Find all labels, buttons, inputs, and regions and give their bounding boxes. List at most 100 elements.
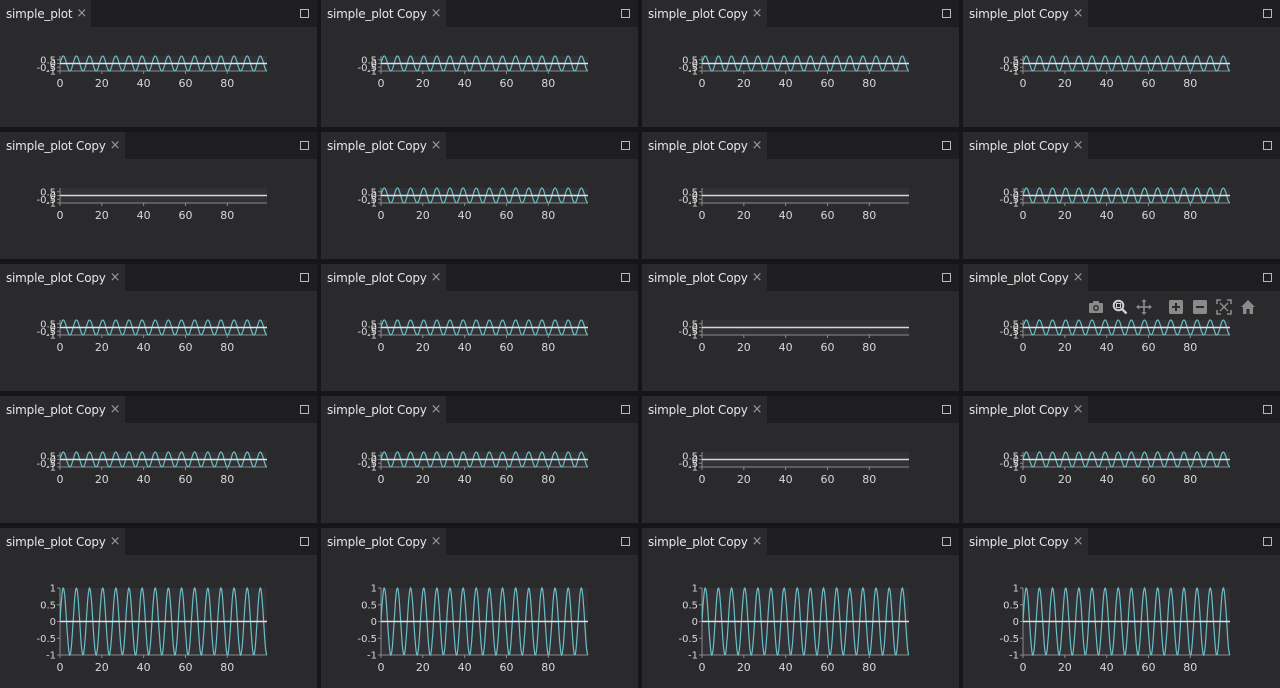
plot-panel[interactable]: simple_plot Copy × 0 20 40 60 80 0 0.5 -0.5 -1	[963, 132, 1280, 259]
plot-panel[interactable]: simple_plot Copy × 0 20 40 60 80 0 0.5 -0.5 -1	[321, 264, 638, 391]
close-icon[interactable]: ×	[431, 403, 442, 416]
maximize-icon[interactable]	[1263, 405, 1272, 414]
close-icon[interactable]: ×	[752, 535, 763, 548]
maximize-icon[interactable]	[1263, 537, 1272, 546]
zoom-icon[interactable]	[1111, 298, 1129, 316]
close-icon[interactable]: ×	[110, 271, 121, 284]
tab-15[interactable]: simple_plot Copy ×	[963, 396, 1088, 423]
plot-panel[interactable]: simple_plot Copy × 0 20 40 60 80 0 0.5 -0.5 -1	[321, 132, 638, 259]
line-chart[interactable]: 0 20 40 60 8000.5-0.5-1	[963, 159, 1280, 259]
line-chart[interactable]: 0 20 40 60 8000.5-0.5-1	[0, 159, 317, 259]
close-icon[interactable]: ×	[752, 271, 763, 284]
tab-6[interactable]: simple_plot Copy ×	[642, 132, 767, 159]
camera-icon[interactable]	[1087, 298, 1105, 316]
plot-panel[interactable]: simple_plot Copy × 0 20 40 60 80 0 0.5 -0.5 -1	[963, 0, 1280, 127]
line-chart[interactable]: 0 20 40 60 8000.5-0.5-1	[0, 291, 317, 391]
maximize-icon[interactable]	[1263, 273, 1272, 282]
plot-panel[interactable]: simple_plot Copy × 0 20 40 60 80 0 0.5 -0.5 -1	[963, 264, 1280, 391]
line-chart[interactable]: 0 20 40 60 80 1 0.5 0 -0.5 -1	[321, 555, 638, 688]
line-chart[interactable]: 0 20 40 60 8000.5-0.5-1	[0, 27, 317, 127]
close-icon[interactable]: ×	[110, 403, 121, 416]
maximize-icon[interactable]	[942, 273, 951, 282]
maximize-icon[interactable]	[621, 537, 630, 546]
plot-panel[interactable]: simple_plot × 0 20 40 60 80 0 0.5 -0.5 -1	[0, 0, 317, 127]
line-chart[interactable]: 0 20 40 60 8000.5-0.5-1	[963, 27, 1280, 127]
close-icon[interactable]: ×	[431, 535, 442, 548]
maximize-icon[interactable]	[300, 405, 309, 414]
tab-9[interactable]: simple_plot Copy ×	[321, 264, 446, 291]
plot-panel[interactable]: simple_plot Copy × 0 20 40 60 80 0 0.5 -0.5 -1	[642, 0, 959, 127]
plot-panel[interactable]: simple_plot Copy × 0 20 40 60 80 1 0.5 0 -0.5 -1	[0, 528, 317, 688]
line-chart[interactable]: 0 20 40 60 8000.5-0.5-1	[321, 27, 638, 127]
tab-8[interactable]: simple_plot Copy ×	[0, 264, 125, 291]
close-icon[interactable]: ×	[752, 403, 763, 416]
close-icon[interactable]: ×	[1073, 7, 1084, 20]
zoom-in-icon[interactable]	[1167, 298, 1185, 316]
plot-panel[interactable]: simple_plot Copy × 0 20 40 60 80 1 0.5 0 -0.5 -1	[963, 528, 1280, 688]
tab-1[interactable]: simple_plot Copy ×	[321, 0, 446, 27]
line-chart[interactable]: 0 20 40 60 8000.5-0.5-1	[963, 423, 1280, 523]
tab-12[interactable]: simple_plot Copy ×	[0, 396, 125, 423]
pan-icon[interactable]	[1135, 298, 1153, 316]
line-chart[interactable]: 0 20 40 60 8000.5-0.5-1	[321, 291, 638, 391]
tab-7[interactable]: simple_plot Copy ×	[963, 132, 1088, 159]
plot-panel[interactable]: simple_plot Copy × 0 20 40 60 80 0 0.5 -0.5 -1	[0, 396, 317, 523]
maximize-icon[interactable]	[621, 141, 630, 150]
line-chart[interactable]: 0 20 40 60 8000.5-0.5-1	[321, 159, 638, 259]
close-icon[interactable]: ×	[431, 7, 442, 20]
tab-5[interactable]: simple_plot Copy ×	[321, 132, 446, 159]
maximize-icon[interactable]	[621, 273, 630, 282]
tab-3[interactable]: simple_plot Copy ×	[963, 0, 1088, 27]
plot-panel[interactable]: simple_plot Copy × 0 20 40 60 80 0 0.5 -0.5 -1	[642, 264, 959, 391]
close-icon[interactable]: ×	[76, 7, 87, 20]
plot-panel[interactable]: simple_plot Copy × 0 20 40 60 80 0 0.5 -0.5 -1	[321, 0, 638, 127]
maximize-icon[interactable]	[942, 537, 951, 546]
close-icon[interactable]: ×	[752, 7, 763, 20]
maximize-icon[interactable]	[942, 405, 951, 414]
tab-2[interactable]: simple_plot Copy ×	[642, 0, 767, 27]
plot-panel[interactable]: simple_plot Copy × 0 20 40 60 80 0 0.5 -0.5 -1	[0, 132, 317, 259]
line-chart[interactable]: 0 20 40 60 8000.5-0.5-1	[321, 423, 638, 523]
close-icon[interactable]: ×	[1073, 403, 1084, 416]
tab-18[interactable]: simple_plot Copy ×	[642, 528, 767, 555]
plot-panel[interactable]: simple_plot Copy × 0 20 40 60 80 0 0.5 -0.5 -1	[642, 396, 959, 523]
plot-panel[interactable]: simple_plot Copy × 0 20 40 60 80 1 0.5 0 -0.5 -1	[642, 528, 959, 688]
plot-panel[interactable]: simple_plot Copy × 0 20 40 60 80 0 0.5 -0.5 -1	[0, 264, 317, 391]
tab-13[interactable]: simple_plot Copy ×	[321, 396, 446, 423]
tab-17[interactable]: simple_plot Copy ×	[321, 528, 446, 555]
close-icon[interactable]: ×	[110, 139, 121, 152]
close-icon[interactable]: ×	[1073, 535, 1084, 548]
tab-11[interactable]: simple_plot Copy ×	[963, 264, 1088, 291]
maximize-icon[interactable]	[621, 405, 630, 414]
line-chart[interactable]: 0 20 40 60 80 1 0.5 0 -0.5 -1	[642, 555, 959, 688]
maximize-icon[interactable]	[1263, 141, 1272, 150]
maximize-icon[interactable]	[621, 9, 630, 18]
maximize-icon[interactable]	[300, 141, 309, 150]
maximize-icon[interactable]	[300, 9, 309, 18]
plot-panel[interactable]: simple_plot Copy × 0 20 40 60 80 0 0.5 -0.5 -1	[321, 396, 638, 523]
autoscale-icon[interactable]	[1215, 298, 1233, 316]
plot-panel[interactable]: simple_plot Copy × 0 20 40 60 80 0 0.5 -0.5 -1	[963, 396, 1280, 523]
tab-19[interactable]: simple_plot Copy ×	[963, 528, 1088, 555]
maximize-icon[interactable]	[300, 273, 309, 282]
tab-14[interactable]: simple_plot Copy ×	[642, 396, 767, 423]
close-icon[interactable]: ×	[1073, 271, 1084, 284]
maximize-icon[interactable]	[1263, 9, 1272, 18]
close-icon[interactable]: ×	[431, 271, 442, 284]
close-icon[interactable]: ×	[752, 139, 763, 152]
close-icon[interactable]: ×	[110, 535, 121, 548]
line-chart[interactable]: 0 20 40 60 8000.5-0.5-1	[642, 27, 959, 127]
tab-0[interactable]: simple_plot ×	[0, 0, 92, 27]
close-icon[interactable]: ×	[431, 139, 442, 152]
maximize-icon[interactable]	[942, 141, 951, 150]
line-chart[interactable]: 0 20 40 60 8000.5-0.5-1	[642, 159, 959, 259]
close-icon[interactable]: ×	[1073, 139, 1084, 152]
line-chart[interactable]: 0 20 40 60 80 1 0.5 0 -0.5 -1	[0, 555, 317, 688]
line-chart[interactable]: 0 20 40 60 8000.5-0.5-1	[642, 291, 959, 391]
plot-panel[interactable]: simple_plot Copy × 0 20 40 60 80 0 0.5 -0.5 -1	[642, 132, 959, 259]
line-chart[interactable]: 0 20 40 60 80 1 0.5 0 -0.5 -1	[963, 555, 1280, 688]
line-chart[interactable]: 0 20 40 60 8000.5-0.5-1	[642, 423, 959, 523]
home-icon[interactable]	[1239, 298, 1257, 316]
line-chart[interactable]: 0 20 40 60 8000.5-0.5-1	[0, 423, 317, 523]
tab-4[interactable]: simple_plot Copy ×	[0, 132, 125, 159]
